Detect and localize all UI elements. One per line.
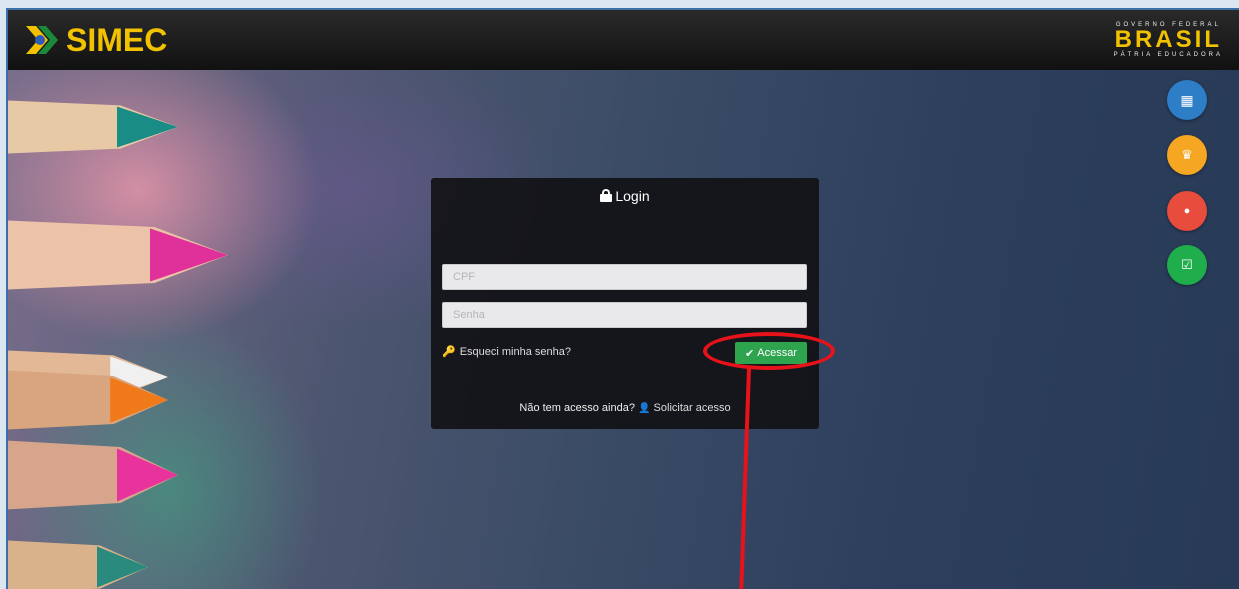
no-access-text: Não tem acesso ainda?: [519, 402, 635, 414]
app-frame: SIMEC GOVERNO FEDERAL BRASIL PÁTRIA EDUC…: [6, 8, 1239, 589]
checklist-button[interactable]: ☑: [1167, 245, 1207, 285]
forgot-password-link[interactable]: 🔑 Esqueci minha senha?: [442, 345, 571, 359]
logo-text: SIMEC: [66, 21, 168, 58]
gov-brand-text: BRASIL: [1114, 26, 1222, 53]
chat-button[interactable]: ●: [1167, 191, 1207, 231]
key-icon: 🔑: [442, 346, 456, 358]
pencil-image: [8, 440, 178, 510]
forgot-password-label: Esqueci minha senha?: [459, 345, 571, 358]
request-access-link[interactable]: 👤 Solicitar acesso: [638, 402, 731, 414]
request-access-label: Solicitar acesso: [653, 402, 731, 414]
password-input[interactable]: [442, 302, 807, 328]
top-header: SIMEC GOVERNO FEDERAL BRASIL PÁTRIA EDUC…: [8, 10, 1239, 70]
apps-grid-icon: ▦: [1180, 91, 1194, 108]
simec-logo[interactable]: SIMEC: [26, 20, 167, 60]
login-title: Login: [431, 188, 819, 204]
lock-icon: [600, 189, 613, 202]
login-title-text: Login: [615, 188, 650, 204]
chat-icon: ●: [1183, 205, 1191, 217]
check-square-icon: ☑: [1181, 257, 1193, 272]
login-panel: Login 🔑 Esqueci minha senha? ✔ Acessar N…: [431, 178, 819, 429]
pencil-image: [8, 540, 148, 589]
trophy-icon: ♛: [1181, 147, 1193, 162]
pencil-image: [8, 220, 228, 290]
signup-row: Não tem acesso ainda? 👤 Solicitar acesso: [431, 402, 819, 414]
trophy-button[interactable]: ♛: [1167, 135, 1207, 175]
pencil-image: [8, 100, 178, 154]
gov-brasil-logo: GOVERNO FEDERAL BRASIL PÁTRIA EDUCADORA: [1114, 22, 1223, 58]
callout-highlight-ellipse: [703, 332, 835, 370]
apps-button[interactable]: ▦: [1167, 80, 1207, 120]
user-icon: 👤: [638, 403, 651, 414]
gov-bottom-text: PÁTRIA EDUCADORA: [1113, 52, 1223, 58]
cpf-input[interactable]: [442, 264, 807, 290]
simec-arrow-icon: [26, 26, 58, 54]
